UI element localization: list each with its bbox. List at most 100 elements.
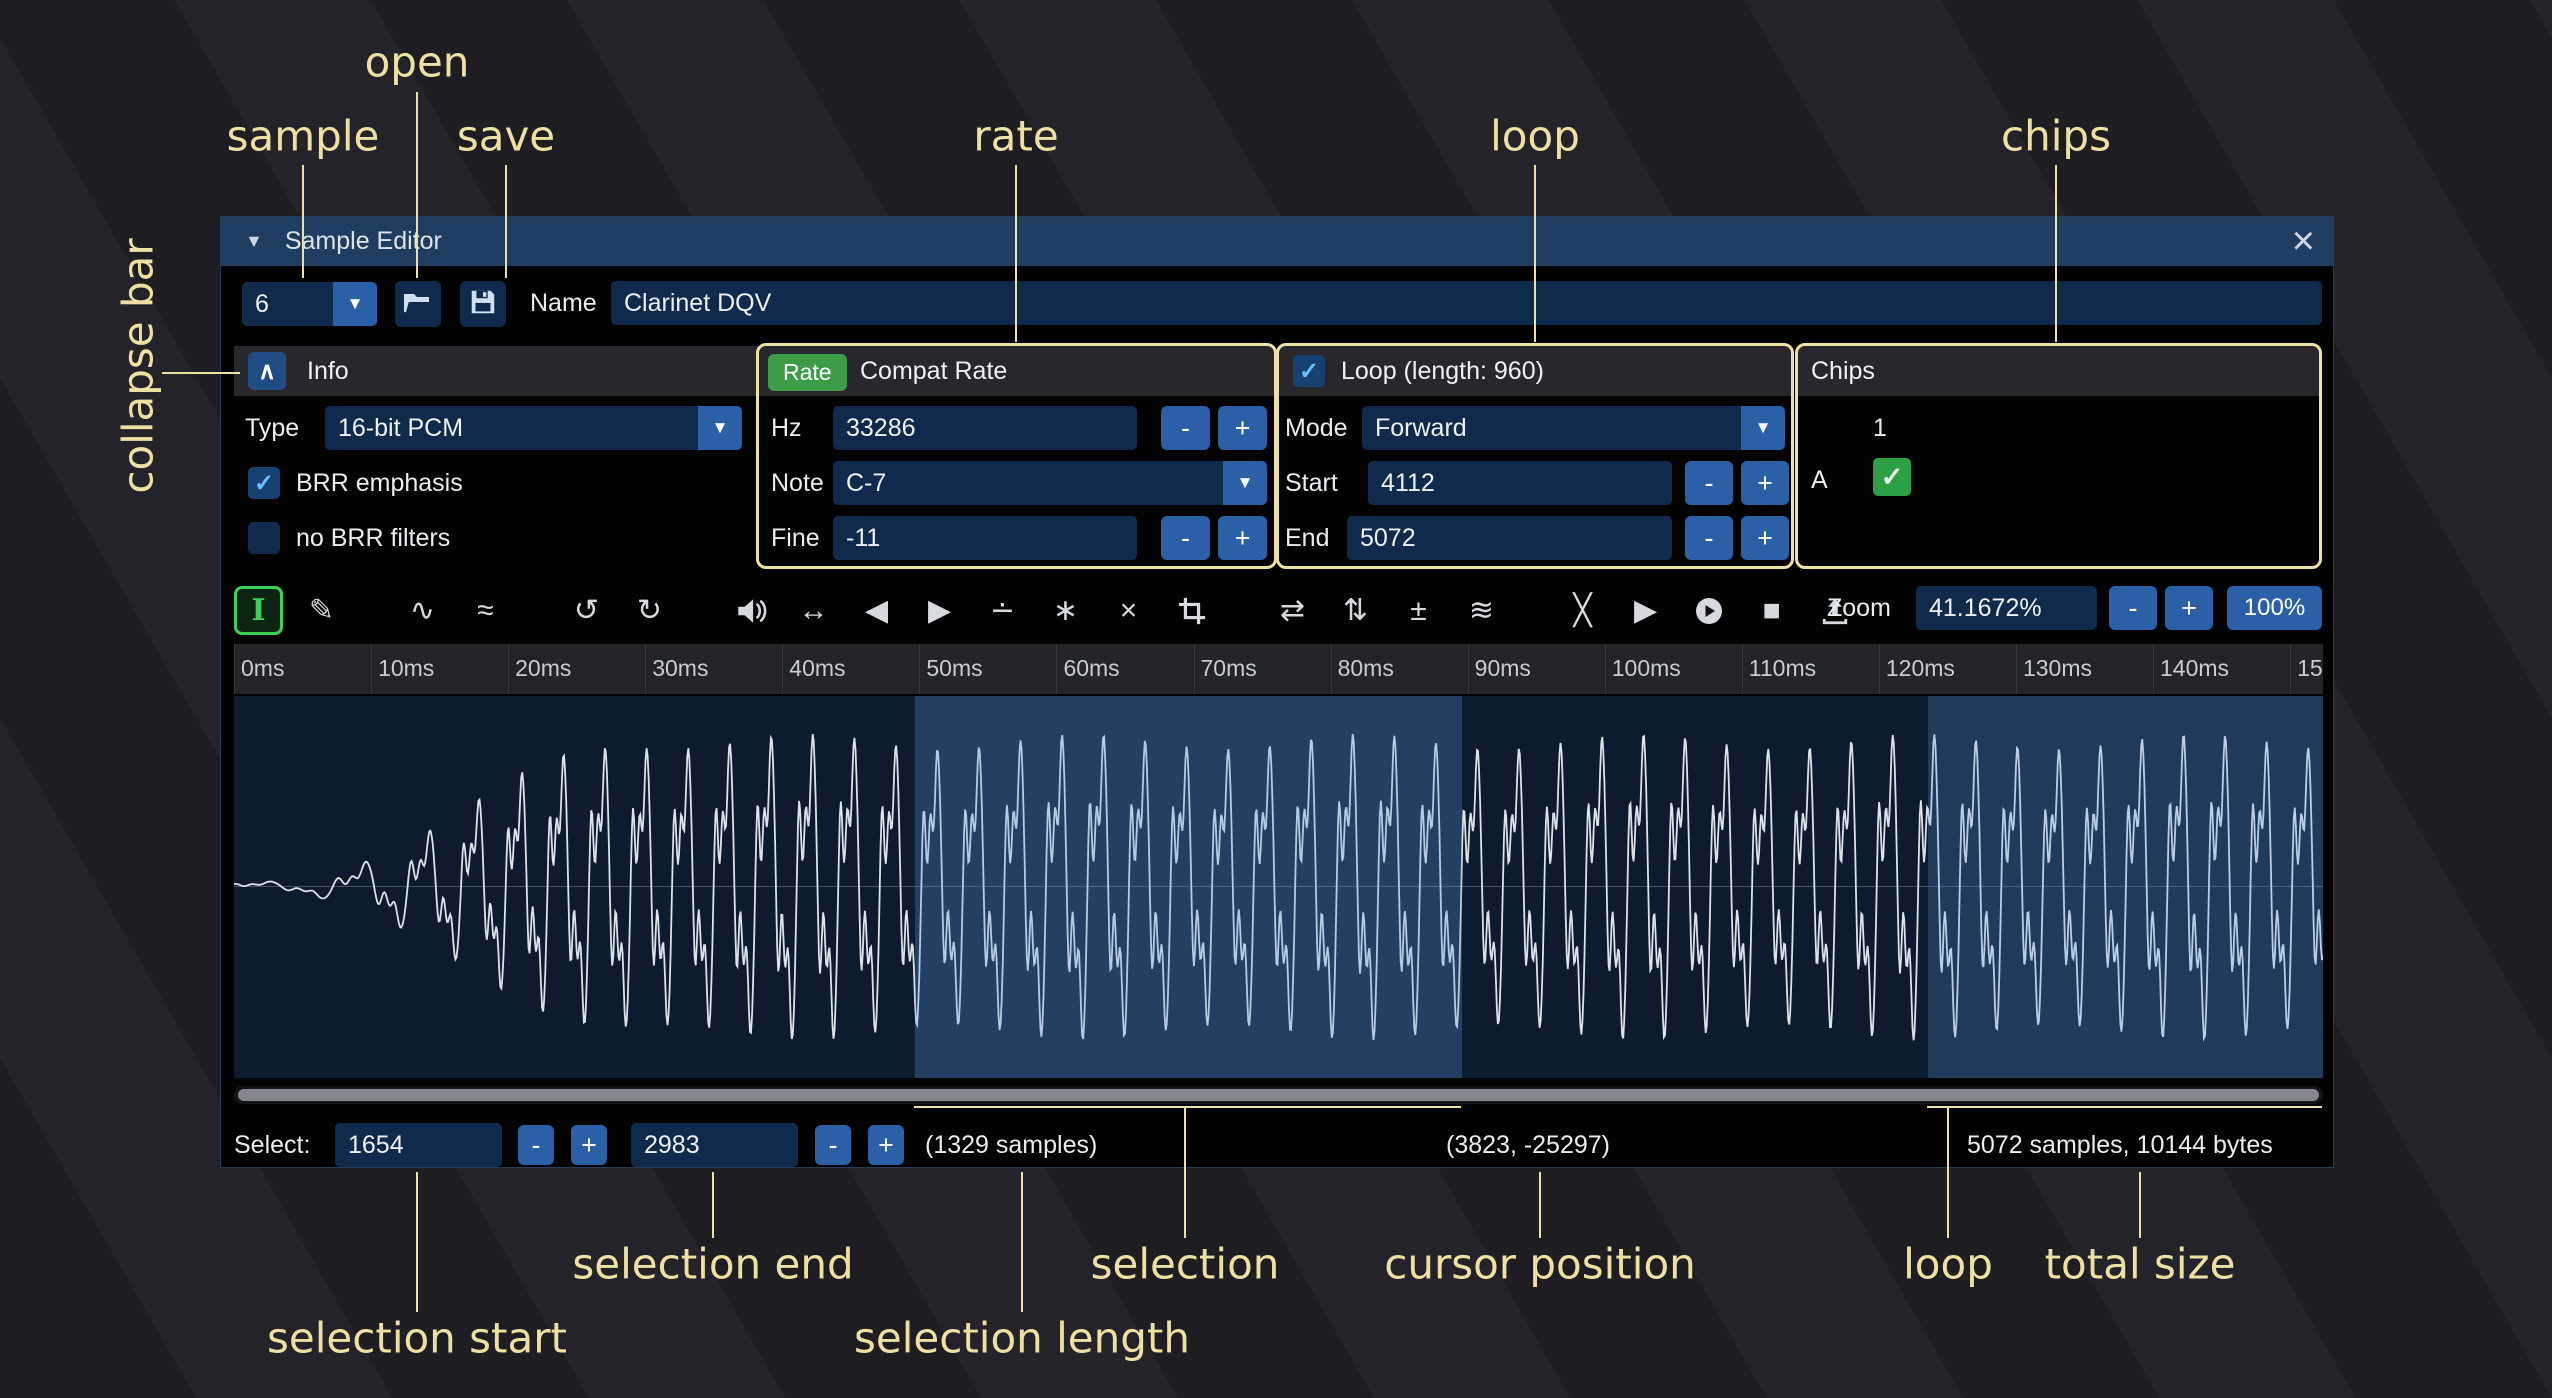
loop-start-minus-button[interactable]: - — [1685, 461, 1733, 505]
annotation-loop-bottom: loop — [1903, 1240, 1993, 1289]
resize-icon[interactable]: ∿ — [398, 586, 447, 635]
check-icon: ✓ — [1881, 462, 1904, 493]
delete-icon[interactable]: × — [1104, 586, 1153, 635]
save-button[interactable] — [460, 281, 506, 327]
ruler-tick — [919, 644, 920, 694]
amplify-icon[interactable] — [726, 586, 775, 635]
loop-region[interactable] — [1928, 696, 2323, 1078]
chevron-down-icon[interactable]: ▼ — [698, 406, 742, 450]
crossfade-icon[interactable]: ╳ — [1558, 586, 1607, 635]
annotation-line-selection — [1184, 1106, 1186, 1238]
chevron-down-icon[interactable]: ▼ — [1223, 461, 1267, 505]
annotation-sample: sample — [227, 112, 380, 161]
loop-end-plus-button[interactable]: + — [1741, 516, 1789, 560]
ruler-tick — [1331, 644, 1332, 694]
close-icon[interactable]: × — [2292, 217, 2315, 266]
draw-tool-icon[interactable]: ✎ — [297, 586, 346, 635]
loop-start-input[interactable]: 4112 — [1368, 461, 1672, 505]
annotation-line-collapse-bar — [162, 372, 240, 374]
invert-icon[interactable]: ⇅ — [1331, 586, 1380, 635]
loop-start-plus-button[interactable]: + — [1741, 461, 1789, 505]
chips-panel-header — [1798, 346, 2319, 396]
fade-out-icon[interactable]: ▶ — [915, 586, 964, 635]
hz-input[interactable]: 33286 — [833, 406, 1137, 450]
ruler-tick — [645, 644, 646, 694]
ruler-tick-label: 50ms — [926, 655, 982, 682]
zoom-input[interactable]: 41.1672% — [1916, 586, 2097, 630]
scrollbar-grabber[interactable] — [238, 1089, 2319, 1101]
stop-icon[interactable]: ■ — [1747, 586, 1796, 635]
fine-plus-button[interactable]: + — [1218, 516, 1267, 560]
insert-silence-icon[interactable]: ∸ — [978, 586, 1027, 635]
loop-mode-value[interactable]: Forward — [1362, 406, 1741, 450]
note-label: Note — [771, 461, 824, 505]
sample-name-input[interactable]: Clarinet DQV — [611, 281, 2322, 325]
selection-start-input[interactable]: 1654 — [335, 1123, 502, 1167]
sign-change-icon[interactable]: ± — [1394, 586, 1443, 635]
zoom-out-button[interactable]: - — [2109, 586, 2157, 630]
redo-icon[interactable]: ↻ — [625, 586, 674, 635]
rate-type-badge[interactable]: Rate — [768, 354, 847, 391]
waveform-view[interactable] — [234, 696, 2323, 1078]
ruler-tick — [2153, 644, 2154, 694]
selection-start-plus-button[interactable]: + — [571, 1125, 607, 1165]
no-brr-filters-checkbox[interactable] — [248, 522, 280, 554]
preview-icon[interactable]: ▶ — [1621, 586, 1670, 635]
annotation-line-selection-length — [1021, 1172, 1023, 1312]
window-titlebar[interactable]: ▼ Sample Editor × — [221, 217, 2333, 266]
ruler-tick-label: 60ms — [1063, 655, 1119, 682]
chevron-down-icon[interactable]: ▼ — [333, 282, 377, 326]
window-collapse-icon[interactable]: ▼ — [245, 231, 263, 252]
selection-end-input[interactable]: 2983 — [631, 1123, 798, 1167]
note-dropdown-value[interactable]: C-7 — [833, 461, 1223, 505]
loop-enable-checkbox[interactable]: ✓ — [1293, 355, 1325, 387]
zoom-in-button[interactable]: + — [2165, 586, 2213, 630]
selection-end-minus-button[interactable]: - — [815, 1125, 851, 1165]
chevron-up-icon: ∧ — [258, 357, 276, 386]
fine-input[interactable]: -11 — [833, 516, 1137, 560]
undo-icon[interactable]: ↺ — [562, 586, 611, 635]
info-panel-title: Info — [307, 346, 349, 396]
ruler-tick — [1194, 644, 1195, 694]
fine-label: Fine — [771, 516, 820, 560]
hz-minus-button[interactable]: - — [1161, 406, 1210, 450]
fine-minus-button[interactable]: - — [1161, 516, 1210, 560]
annotation-line-save — [505, 165, 507, 278]
annotation-save: save — [457, 112, 555, 161]
ruler-tick-label: 150ms — [2297, 655, 2323, 682]
waveform-scrollbar[interactable] — [234, 1086, 2323, 1104]
hz-plus-button[interactable]: + — [1218, 406, 1267, 450]
type-dropdown[interactable]: 16-bit PCM ▼ — [325, 406, 742, 450]
sample-editor-window: ▼ Sample Editor × 6 ▼ Name Clarinet DQV … — [220, 216, 2334, 1168]
loop-end-minus-button[interactable]: - — [1685, 516, 1733, 560]
selection-region[interactable] — [915, 696, 1462, 1078]
chip-enable-checkbox[interactable]: ✓ — [1873, 458, 1911, 496]
trim-icon[interactable] — [1167, 586, 1216, 635]
filter-icon[interactable]: ≋ — [1457, 586, 1506, 635]
sample-selector[interactable]: 6 ▼ — [242, 282, 377, 326]
ruler-tick — [782, 644, 783, 694]
preview-loop-icon[interactable] — [1684, 586, 1733, 635]
open-button[interactable] — [395, 281, 441, 327]
loop-end-input[interactable]: 5072 — [1347, 516, 1672, 560]
reverse-icon[interactable]: ⇄ — [1268, 586, 1317, 635]
annotation-total-size: total size — [2045, 1240, 2236, 1289]
zoom-reset-button[interactable]: 100% — [2227, 586, 2322, 630]
time-ruler[interactable]: 0ms10ms20ms30ms40ms50ms60ms70ms80ms90ms1… — [234, 644, 2323, 694]
fade-in-icon[interactable]: ◀ — [852, 586, 901, 635]
chevron-down-icon[interactable]: ▼ — [1741, 406, 1785, 450]
selection-end-plus-button[interactable]: + — [868, 1125, 904, 1165]
apply-silence-icon[interactable]: ∗ — [1041, 586, 1090, 635]
type-dropdown-value[interactable]: 16-bit PCM — [325, 406, 698, 450]
note-dropdown[interactable]: C-7 ▼ — [833, 461, 1267, 505]
annotation-line-sample — [302, 165, 304, 278]
selection-start-minus-button[interactable]: - — [518, 1125, 554, 1165]
loop-mode-dropdown[interactable]: Forward ▼ — [1362, 406, 1785, 450]
select-tool-icon[interactable]: I — [234, 586, 283, 635]
collapse-bar-button[interactable]: ∧ — [248, 352, 286, 390]
sample-selector-value[interactable]: 6 — [242, 282, 333, 326]
annotation-loop: loop — [1490, 112, 1580, 161]
brr-emphasis-checkbox[interactable]: ✓ — [248, 467, 280, 499]
resample-icon[interactable]: ≈ — [461, 586, 510, 635]
normalize-icon[interactable]: ↔ — [789, 586, 838, 635]
